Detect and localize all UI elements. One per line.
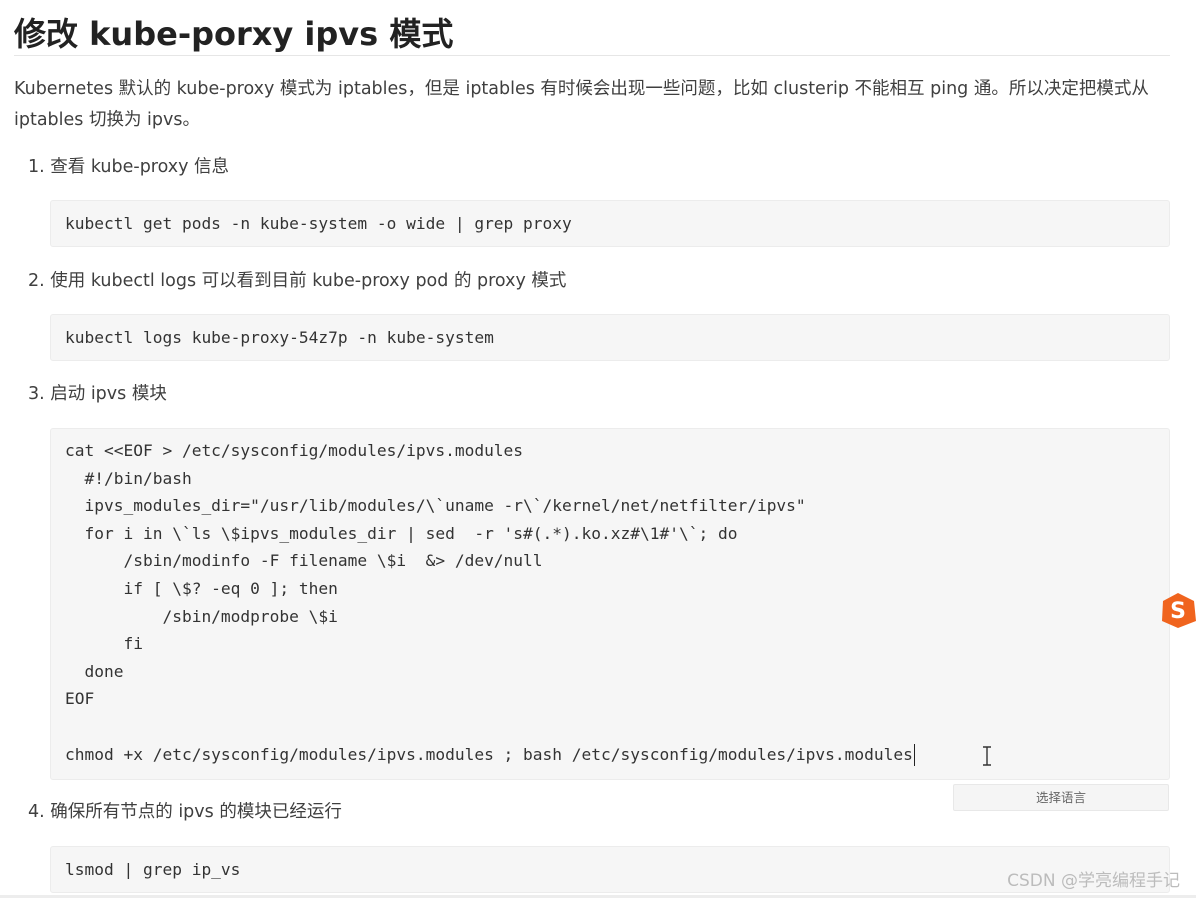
code-line: /sbin/modprobe \$i (65, 606, 338, 626)
step-4-code-block[interactable]: lsmod | grep ip_vs (50, 846, 1170, 893)
code-line: ipvs_modules_dir="/usr/lib/modules/\`una… (65, 496, 806, 516)
sogou-ime-icon[interactable]: S (1160, 591, 1196, 629)
step-3-code-block[interactable]: cat <<EOF > /etc/sysconfig/modules/ipvs.… (50, 428, 1170, 780)
code-line: cat <<EOF > /etc/sysconfig/modules/ipvs.… (65, 441, 524, 460)
code-line: #!/bin/bash (65, 468, 192, 488)
code-line: EOF (65, 689, 95, 709)
step-1-label: 1. 查看 kube-proxy 信息 (28, 157, 230, 177)
code-line: kubectl get pods -n kube-system -o wide … (65, 214, 572, 233)
select-language-button[interactable]: 选择语言 (953, 784, 1169, 811)
code-line: done (65, 661, 124, 681)
step-2-code-block[interactable]: kubectl logs kube-proxy-54z7p -n kube-sy… (50, 314, 1170, 361)
csdn-watermark: CSDN @学亮编程手记 (1007, 871, 1180, 891)
text-caret (913, 744, 916, 767)
title-divider (14, 55, 1170, 56)
page-title: 修改 kube-porxy ipvs 模式 (14, 15, 454, 53)
intro-paragraph: Kubernetes 默认的 kube-proxy 模式为 iptables，但… (14, 79, 1149, 130)
code-line: chmod +x /etc/sysconfig/modules/ipvs.mod… (65, 744, 913, 764)
code-line: fi (65, 634, 143, 654)
step-1-code-block[interactable]: kubectl get pods -n kube-system -o wide … (50, 200, 1170, 247)
code-line: lsmod | grep ip_vs (65, 860, 241, 879)
text-cursor-icon (983, 746, 991, 766)
svg-text:S: S (1170, 599, 1186, 624)
code-line: for i in \`ls \$ipvs_modules_dir | sed -… (65, 523, 738, 543)
step-2-label: 2. 使用 kubectl logs 可以看到目前 kube-proxy pod… (28, 271, 567, 291)
code-line: if [ \$? -eq 0 ]; then (65, 578, 338, 598)
code-line: /sbin/modinfo -F filename \$i &> /dev/nu… (65, 551, 543, 571)
code-line: kubectl logs kube-proxy-54z7p -n kube-sy… (65, 328, 494, 347)
step-4-label: 4. 确保所有节点的 ipvs 的模块已经运行 (28, 802, 342, 822)
step-3-label: 3. 启动 ipvs 模块 (28, 384, 167, 404)
